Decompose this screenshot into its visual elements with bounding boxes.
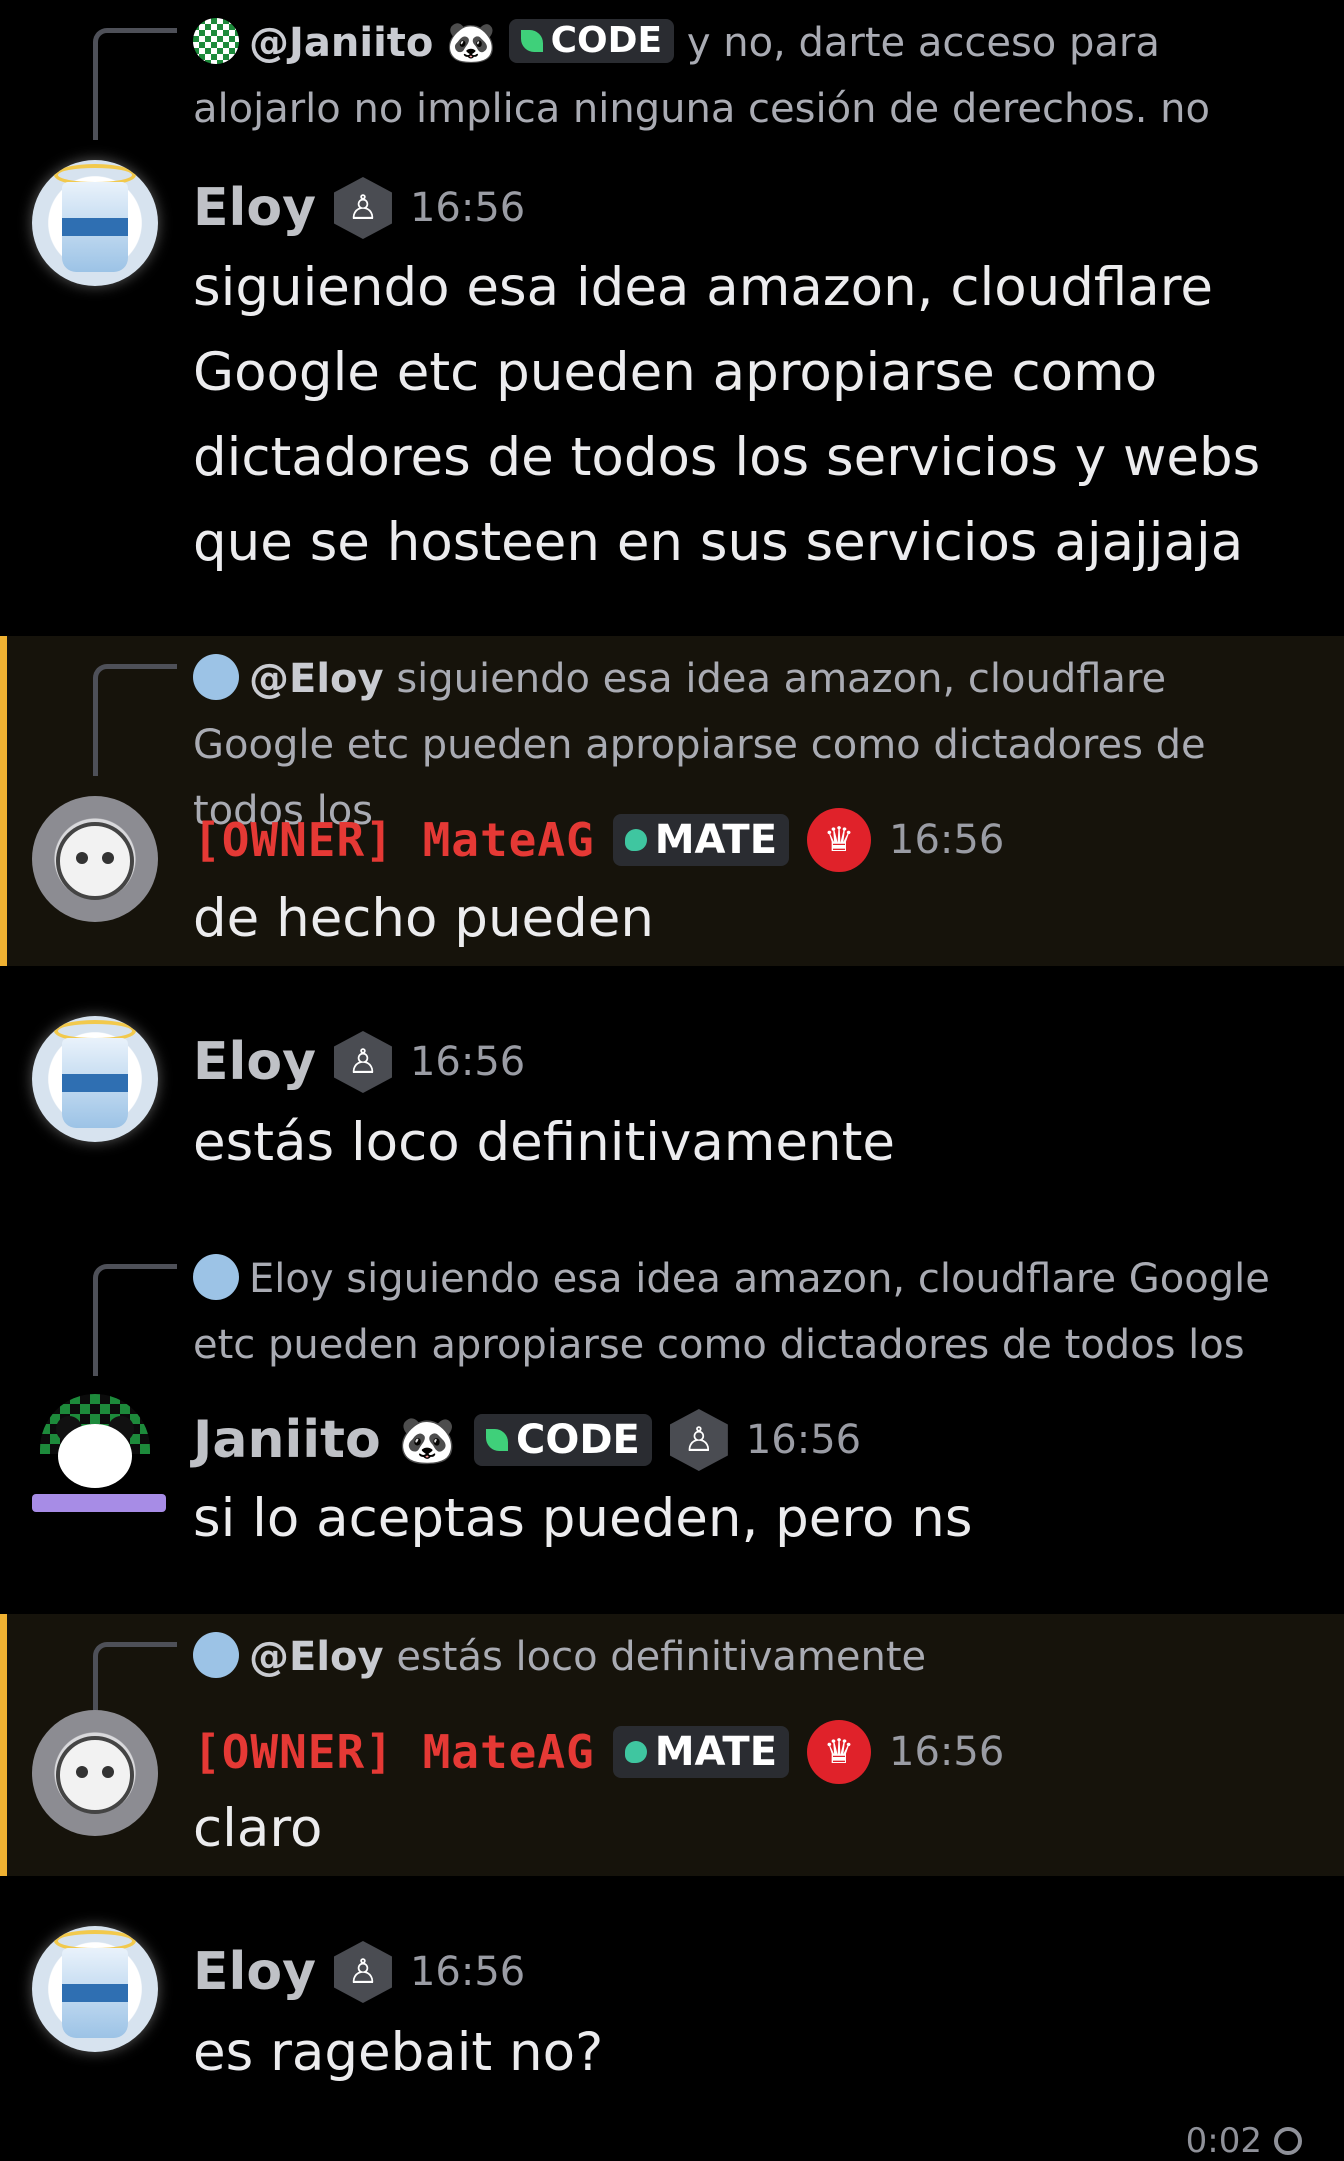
- timestamp: 16:56: [409, 1949, 526, 1995]
- avatar[interactable]: [32, 160, 158, 286]
- author-name[interactable]: Janiito: [193, 1410, 381, 1470]
- avatar[interactable]: [32, 1394, 166, 1520]
- message-eloy-3[interactable]: Eloy ♙ 16:56 es ragebait no? 0:02: [0, 1926, 1344, 2161]
- message-text: de hecho pueden: [193, 888, 654, 949]
- stopwatch-icon: [1274, 2127, 1302, 2155]
- elapsed-time: 0:02: [1185, 2121, 1262, 2161]
- panda-emoji: 🐼: [398, 1412, 456, 1467]
- reply-author: @Janiito: [249, 20, 434, 66]
- elapsed-indicator: 0:02: [1186, 2121, 1302, 2161]
- leaf-icon: [485, 1429, 508, 1451]
- reply-preview[interactable]: @Eloy estás loco definitivamente: [193, 1624, 1316, 1690]
- reply-author: @Eloy: [249, 1634, 384, 1680]
- avatar[interactable]: [32, 1016, 158, 1142]
- leaf-icon: [624, 1741, 647, 1763]
- code-tag: CODE: [508, 19, 675, 63]
- reply-connector: [93, 28, 177, 140]
- avatar[interactable]: [32, 1710, 158, 1836]
- timestamp: 16:56: [889, 1729, 1005, 1775]
- reply-avatar: [193, 1254, 239, 1300]
- reply-author: Eloy: [249, 1256, 334, 1302]
- reply-avatar: [193, 654, 239, 700]
- timestamp: 16:56: [409, 1039, 526, 1085]
- message-header: [OWNER] MateAG MATE ♛ 16:56: [193, 808, 1004, 872]
- message-text: estás loco definitivamente: [193, 1112, 896, 1173]
- message-header: Eloy ♙ 16:56: [193, 176, 525, 240]
- timestamp: 16:56: [889, 817, 1005, 863]
- mate-tag: MATE: [612, 814, 790, 866]
- person-hex-icon[interactable]: ♙: [333, 1941, 392, 2003]
- person-hex-icon[interactable]: ♙: [333, 1031, 392, 1093]
- author-name[interactable]: [OWNER] MateAG: [193, 1725, 595, 1779]
- reply-author: @Eloy: [249, 656, 384, 702]
- timestamp: 16:56: [409, 185, 526, 231]
- crown-icon[interactable]: ♛: [807, 1720, 872, 1784]
- message-text: si lo aceptas pueden, pero ns: [193, 1488, 973, 1549]
- author-name[interactable]: Eloy: [193, 1032, 316, 1092]
- leaf-icon: [624, 829, 647, 851]
- mate-tag: MATE: [612, 1726, 790, 1778]
- person-hex-icon[interactable]: ♙: [333, 177, 392, 239]
- avatar[interactable]: [32, 1926, 158, 2052]
- avatar[interactable]: [32, 796, 158, 922]
- message-header: [OWNER] MateAG MATE ♛ 16:56: [193, 1720, 1004, 1784]
- message-text: siguiendo esa idea amazon, cloudflare Go…: [193, 257, 1261, 573]
- crown-icon[interactable]: ♛: [807, 808, 872, 872]
- person-hex-icon[interactable]: ♙: [669, 1409, 728, 1471]
- message-mateag-2[interactable]: @Eloy estás loco definitivamente [OWNER]…: [0, 1614, 1344, 1876]
- message-header: Eloy ♙ 16:56: [193, 1940, 525, 2004]
- message-text: claro: [193, 1798, 323, 1859]
- author-name[interactable]: [OWNER] MateAG: [193, 813, 595, 867]
- reply-text: siguiendo esa idea amazon, cloudflare Go…: [193, 1256, 1270, 1368]
- message-mateag-1[interactable]: @Eloy siguiendo esa idea amazon, cloudfl…: [0, 636, 1344, 966]
- author-name[interactable]: Eloy: [193, 1942, 316, 2002]
- leaf-icon: [520, 30, 543, 52]
- author-name[interactable]: Eloy: [193, 178, 316, 238]
- message-text: es ragebait no?: [193, 2022, 604, 2083]
- reply-text: estás loco definitivamente: [396, 1634, 927, 1680]
- message-eloy-2[interactable]: Eloy ♙ 16:56 estás loco definitivamente: [0, 1016, 1344, 1196]
- message-header: Eloy ♙ 16:56: [193, 1030, 525, 1094]
- message-header: Janiito 🐼 CODE ♙ 16:56: [193, 1408, 861, 1472]
- reply-avatar: [193, 18, 239, 64]
- reply-connector: [93, 664, 177, 776]
- reply-preview[interactable]: @Janiito 🐼 CODE y no, darte acceso para …: [193, 10, 1316, 142]
- message-eloy-1[interactable]: @Janiito 🐼 CODE y no, darte acceso para …: [0, 0, 1344, 573]
- reply-preview[interactable]: Eloy siguiendo esa idea amazon, cloudfla…: [193, 1246, 1316, 1378]
- reply-connector: [93, 1264, 177, 1376]
- reply-avatar: [193, 1632, 239, 1678]
- panda-emoji: 🐼: [446, 20, 496, 66]
- timestamp: 16:56: [745, 1417, 862, 1463]
- code-tag: CODE: [473, 1414, 652, 1466]
- message-janiito-1[interactable]: Eloy siguiendo esa idea amazon, cloudfla…: [0, 1236, 1344, 1566]
